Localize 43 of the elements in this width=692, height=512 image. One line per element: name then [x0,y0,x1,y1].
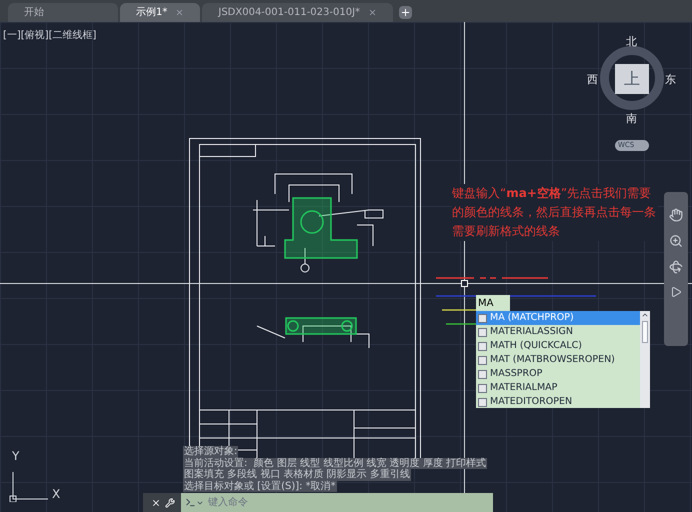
view-cube-face[interactable]: 上 [615,64,649,94]
prompt-icon[interactable] [185,497,196,508]
zoom-icon[interactable] [669,234,683,248]
wrench-icon[interactable] [165,498,175,508]
tab-label: 开始 [24,6,44,20]
y-axis-label: Y [12,448,20,465]
document-tab[interactable]: JSDX004-001-011-023-010J* [202,3,394,22]
autocomplete-item[interactable]: MATH (QUICKCALC) [476,339,640,353]
command-name: MATERIALASSIGN [490,324,574,339]
autocomplete-item[interactable]: MATEDITOROPEN [476,395,640,408]
autocomplete-item[interactable]: MAT (MATBROWSEROPEN) [476,353,640,367]
command-name: MASSPROP [490,366,542,381]
document-tab[interactable]: 示例1* [120,3,200,22]
close-icon[interactable] [151,498,161,508]
annotation-text: 键盘输入“ma+空格”先点击我们需要的颜色的线条，然后直接再点击每一条需要刷新格式的线条 [452,184,658,241]
command-name: MAT (MATBROWSEROPEN) [490,352,615,367]
autocomplete-item[interactable]: MATERIALASSIGN [476,325,640,339]
command-name: MA (MATCHPROP) [490,311,574,325]
tab-label: 示例1* [136,6,168,20]
command-line-field[interactable]: 键入命令 [208,493,493,512]
command-input-field[interactable]: MA [476,295,510,311]
x-axis-label: X [52,486,60,503]
document-tab[interactable]: 开始 [8,3,118,22]
south-label[interactable]: 南 [626,111,637,128]
prompt-button[interactable] [181,493,208,512]
autocomplete-item[interactable]: MASSPROP [476,367,640,381]
north-label[interactable]: 北 [626,34,637,50]
pick-box-icon [461,280,468,287]
command-name: MATERIALMAP [490,380,558,395]
east-label[interactable]: 东 [665,72,676,88]
autocomplete-item[interactable]: MATERIALMAP [476,381,640,395]
hand-icon[interactable] [669,208,683,222]
scroll-bar[interactable] [640,311,650,408]
new-tab-icon[interactable] [399,6,412,19]
play-icon[interactable] [670,286,682,298]
tab-label: JSDX004-001-011-023-010J* [218,6,360,20]
command-name: MATH (QUICKCALC) [490,338,582,353]
viewport-label[interactable]: [一][俯视][二维线框] [3,28,96,43]
command-name: MATEDITOROPEN [490,394,572,408]
west-label[interactable]: 西 [587,72,598,88]
scroll-up-icon[interactable] [641,311,649,319]
ucs-axes-icon [8,472,48,502]
orbit-icon[interactable] [669,260,683,274]
